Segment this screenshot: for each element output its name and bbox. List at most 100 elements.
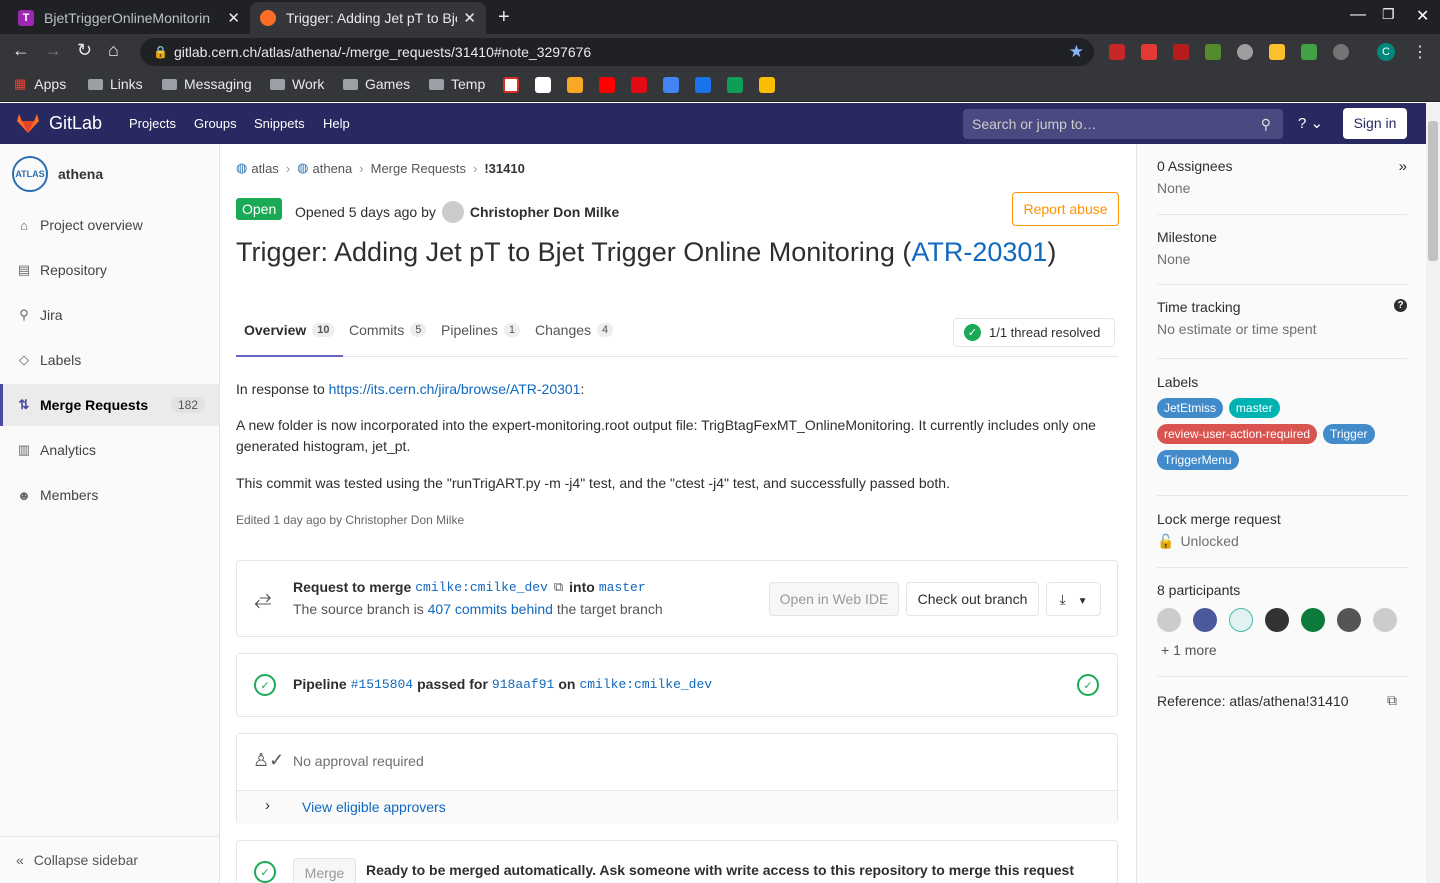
nav-projects[interactable]: Projects [129, 116, 176, 131]
expand-sidebar-icon[interactable]: » [1399, 158, 1407, 175]
question-circle-icon[interactable]: ? [1394, 299, 1407, 312]
breadcrumb-item[interactable]: Merge Requests [371, 161, 466, 176]
extension-icon[interactable] [1141, 44, 1157, 60]
netflix-bookmark-icon[interactable] [631, 77, 647, 93]
copy-icon[interactable]: ⧉ [554, 579, 563, 595]
back-icon[interactable]: ← [12, 40, 30, 61]
avatar[interactable] [1229, 608, 1253, 632]
maximize-icon[interactable]: ❐ [1382, 6, 1395, 23]
address-bar[interactable]: 🔒 gitlab.cern.ch/atlas/athena/-/merge_re… [140, 38, 1094, 66]
extension-icon[interactable] [1301, 44, 1317, 60]
jira-url-link[interactable]: https://its.cern.ch/jira/browse/ATR-2030… [329, 381, 581, 397]
label-badge[interactable]: TriggerMenu [1157, 450, 1239, 470]
sidebar-item-jira[interactable]: ⚲ Jira [0, 294, 219, 336]
merge-button[interactable]: Merge [293, 858, 356, 883]
breadcrumb-item[interactable]: athena [313, 161, 353, 176]
nav-help[interactable]: Help [323, 116, 350, 131]
bookmark-star-icon[interactable]: ★ [1069, 38, 1084, 66]
menu-kebab-icon[interactable]: ⋮ [1412, 42, 1428, 61]
sidebar-item-project-overview[interactable]: ⌂ Project overview [0, 204, 219, 246]
view-approvers-link[interactable]: View eligible approvers [302, 799, 446, 815]
calendar-bookmark-icon[interactable] [695, 77, 711, 93]
extension-icon[interactable] [1333, 44, 1349, 60]
close-window-icon[interactable]: ✕ [1416, 6, 1429, 26]
report-abuse-button[interactable]: Report abuse [1012, 192, 1119, 226]
sidebar-item-analytics[interactable]: ▥ Analytics [0, 429, 219, 471]
label-badge[interactable]: JetEtmiss [1157, 398, 1224, 418]
source-branch[interactable]: cmilke:cmilke_dev [415, 580, 548, 595]
project-header[interactable]: ATLAS athena [12, 156, 103, 192]
pipeline-passed-icon[interactable]: ✓ [254, 674, 276, 696]
sidebar-item-merge-requests[interactable]: ⇅ Merge Requests 182 [0, 384, 219, 426]
breadcrumb-item-current[interactable]: !31410 [484, 161, 524, 176]
extension-icon[interactable] [1237, 44, 1253, 60]
drive-bookmark-icon[interactable] [759, 77, 775, 93]
approvers-toggle-row[interactable]: › View eligible approvers [237, 790, 1117, 824]
youtube-bookmark-icon[interactable] [599, 77, 615, 93]
reload-icon[interactable]: ↻ [77, 40, 92, 61]
tab-pipelines[interactable]: Pipelines 1 [441, 322, 520, 338]
more-participants-link[interactable]: + 1 more [1161, 642, 1217, 658]
avatar[interactable] [1157, 608, 1181, 632]
sidebar-item-members[interactable]: ☻ Members [0, 474, 219, 516]
avatar[interactable] [1337, 608, 1361, 632]
profile-avatar[interactable]: C [1377, 43, 1395, 61]
avatar[interactable] [1301, 608, 1325, 632]
commit-link[interactable]: 918aaf91 [492, 677, 554, 692]
extension-icon[interactable] [1205, 44, 1221, 60]
sheets-bookmark-icon[interactable] [727, 77, 743, 93]
browser-tab-active[interactable]: Trigger: Adding Jet pT to Bjet ✕ [250, 2, 486, 34]
new-tab-icon[interactable]: + [498, 6, 510, 29]
search-input[interactable]: Search or jump to… ⚲ [963, 109, 1283, 139]
copy-reference-icon[interactable]: ⧉ [1387, 692, 1397, 709]
sidebar-item-repository[interactable]: ▤ Repository [0, 249, 219, 291]
gitlab-logo[interactable]: GitLab [16, 112, 102, 134]
branch-link[interactable]: cmilke:cmilke_dev [579, 677, 712, 692]
pipeline-id-link[interactable]: #1515804 [351, 677, 413, 692]
drive-extension-icon[interactable] [1269, 44, 1285, 60]
jira-link[interactable]: ATR-20301 [911, 237, 1047, 267]
browser-tab[interactable]: T BjetTriggerOnlineMonitorin ✕ [8, 2, 250, 34]
label-badge[interactable]: master [1228, 398, 1280, 418]
bookmark-folder[interactable]: Work [270, 76, 324, 92]
stage-passed-icon[interactable]: ✓ [1077, 674, 1099, 696]
scrollbar-thumb[interactable] [1428, 121, 1438, 261]
sidebar-item-labels[interactable]: ◇ Labels [0, 339, 219, 381]
bookmark-icon[interactable] [567, 77, 583, 93]
tab-overview[interactable]: Overview 10 [236, 322, 342, 357]
label-badge[interactable]: review-user-action-required [1157, 424, 1318, 444]
download-dropdown-button[interactable]: ⤓ ▼ [1046, 582, 1101, 616]
avatar[interactable] [441, 201, 464, 223]
label-badge[interactable]: Trigger [1322, 424, 1375, 444]
avatar[interactable] [1373, 608, 1397, 632]
commits-behind-link[interactable]: 407 commits behind [428, 601, 553, 617]
scrollbar[interactable] [1426, 103, 1440, 883]
tab-changes[interactable]: Changes 4 [535, 322, 614, 338]
threads-resolved-button[interactable]: ✓ 1/1 thread resolved [953, 318, 1115, 347]
open-web-ide-button[interactable]: Open in Web IDE [769, 582, 899, 616]
gmail-bookmark-icon[interactable] [503, 77, 519, 93]
target-branch[interactable]: master [599, 580, 646, 595]
check-out-branch-button[interactable]: Check out branch [906, 582, 1039, 616]
minimize-icon[interactable]: — [1350, 6, 1366, 24]
bookmark-folder[interactable]: Games [343, 76, 410, 92]
nav-groups[interactable]: Groups [194, 116, 237, 131]
breadcrumb-item[interactable]: atlas [251, 161, 278, 176]
avatar[interactable] [1265, 608, 1289, 632]
bookmark-folder[interactable]: Links [88, 76, 143, 92]
docs-bookmark-icon[interactable] [663, 77, 679, 93]
bookmark-folder[interactable]: Messaging [162, 76, 252, 92]
bookmark-folder[interactable]: Temp [429, 76, 485, 92]
home-icon[interactable]: ⌂ [108, 40, 119, 61]
nav-snippets[interactable]: Snippets [254, 116, 305, 131]
adblock-extension-icon[interactable] [1109, 44, 1125, 60]
help-dropdown-icon[interactable]: ? ⌄ [1298, 114, 1323, 132]
collapse-sidebar-button[interactable]: « Collapse sidebar [0, 836, 219, 883]
forward-icon[interactable]: → [44, 40, 62, 61]
sign-in-button[interactable]: Sign in [1343, 108, 1407, 139]
author-link[interactable]: Christopher Don Milke [470, 204, 619, 220]
bookmark-apps[interactable]: ▦ Apps [14, 76, 66, 92]
extension-icon[interactable] [1173, 44, 1189, 60]
tab-commits[interactable]: Commits 5 [349, 322, 427, 338]
close-tab-icon[interactable]: ✕ [227, 9, 240, 27]
